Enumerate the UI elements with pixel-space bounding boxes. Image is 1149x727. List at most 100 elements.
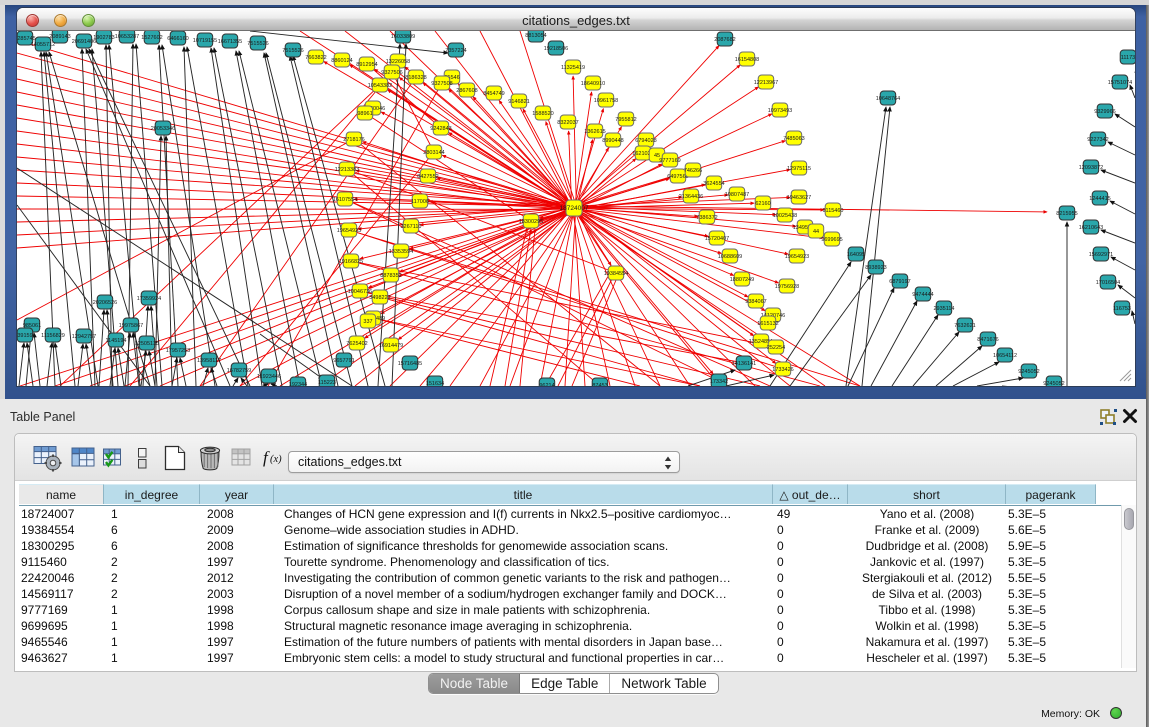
svg-text:13353594: 13353594 (389, 249, 413, 255)
svg-text:10025438: 10025438 (773, 213, 797, 219)
svg-text:18640910: 18640910 (581, 81, 605, 87)
svg-text:14136141: 14136141 (732, 361, 756, 367)
svg-text:19654923: 19654923 (785, 254, 809, 260)
svg-text:(x): (x) (270, 454, 282, 465)
svg-text:10654112: 10654112 (993, 353, 1017, 359)
svg-text:8860124: 8860124 (331, 58, 352, 64)
svg-text:117006: 117006 (411, 199, 429, 205)
svg-text:44: 44 (813, 229, 819, 235)
svg-text:19218506: 19218506 (544, 46, 568, 52)
svg-text:39159: 39159 (17, 333, 32, 339)
svg-text:9699695: 9699695 (821, 237, 842, 243)
svg-text:19654923: 19654923 (337, 228, 361, 234)
svg-text:9115460: 9115460 (822, 208, 843, 214)
svg-text:62160: 62160 (755, 201, 770, 207)
svg-text:7515526: 7515526 (247, 41, 268, 47)
svg-text:173342: 173342 (710, 379, 728, 385)
svg-text:18300295: 18300295 (519, 219, 543, 225)
svg-text:116753: 116753 (1113, 306, 1131, 312)
svg-text:10961758: 10961758 (594, 98, 618, 104)
svg-text:2089143: 2089143 (49, 34, 70, 40)
svg-text:2935114: 2935114 (933, 306, 954, 312)
svg-text:2803144: 2803144 (423, 150, 444, 156)
svg-text:8454749: 8454749 (483, 91, 504, 97)
svg-text:9327508: 9327508 (431, 81, 452, 87)
svg-text:115223: 115223 (318, 380, 336, 386)
svg-text:10719155: 10719155 (193, 38, 217, 44)
svg-text:17957253: 17957253 (166, 348, 190, 354)
svg-text:9242843: 9242843 (430, 126, 451, 132)
svg-text:20053346: 20053346 (151, 126, 175, 132)
svg-text:2867608: 2867608 (456, 88, 477, 94)
svg-text:9657791: 9657791 (333, 358, 354, 364)
svg-text:12942757: 12942757 (72, 334, 96, 340)
svg-text:1527602: 1527602 (141, 35, 162, 41)
svg-text:18724007: 18724007 (560, 205, 589, 212)
svg-text:9146821: 9146821 (508, 99, 529, 105)
svg-text:16107554: 16107554 (333, 197, 357, 203)
svg-text:8938923: 8938923 (865, 265, 886, 271)
svg-text:2718176: 2718176 (343, 137, 364, 143)
svg-text:7663822: 7663822 (305, 55, 326, 61)
svg-text:12213383: 12213383 (335, 167, 359, 173)
svg-text:14055712: 14055712 (31, 42, 55, 48)
svg-text:16154808: 16154808 (735, 57, 759, 63)
svg-text:19975867: 19975867 (119, 323, 143, 329)
svg-text:7386372: 7386372 (696, 215, 717, 221)
svg-text:11156829: 11156829 (41, 333, 65, 339)
svg-text:8912954: 8912954 (356, 62, 377, 68)
svg-text:8322037: 8322037 (557, 120, 578, 126)
svg-text:8471676: 8471676 (977, 337, 998, 343)
svg-text:15692971: 15692971 (1089, 252, 1113, 258)
svg-text:13958117: 13958117 (197, 358, 221, 364)
svg-text:16210643: 16210643 (1079, 225, 1103, 231)
svg-text:8813054: 8813054 (525, 33, 546, 39)
svg-text:1902783: 1902783 (93, 35, 114, 41)
svg-text:9245052: 9245052 (1043, 381, 1064, 386)
svg-text:11325419: 11325419 (561, 65, 585, 71)
svg-text:7632621: 7632621 (954, 323, 975, 329)
svg-text:151634: 151634 (426, 381, 444, 386)
svg-text:10653287: 10653287 (115, 34, 139, 40)
svg-text:21364436: 21364436 (679, 194, 703, 200)
svg-text:19756928: 19756928 (775, 284, 799, 290)
svg-text:13226058: 13226058 (386, 59, 410, 65)
svg-text:7357224: 7357224 (445, 48, 466, 54)
svg-text:6879197: 6879197 (889, 279, 910, 285)
svg-text:98961: 98961 (357, 111, 372, 117)
svg-text:17359924: 17359924 (137, 296, 161, 302)
svg-text:8186328: 8186328 (405, 75, 426, 81)
svg-text:19463627: 19463627 (787, 195, 811, 201)
svg-text:12505135: 12505135 (135, 341, 159, 347)
svg-text:9384067: 9384067 (745, 299, 766, 305)
svg-text:7485063: 7485063 (783, 136, 804, 142)
svg-text:9329966: 9329966 (1094, 109, 1115, 115)
svg-text:12093872: 12093872 (1079, 165, 1103, 171)
svg-text:10688609: 10688609 (718, 254, 742, 260)
svg-text:9245052: 9245052 (1018, 369, 1039, 375)
svg-text:12975115: 12975115 (787, 166, 811, 172)
svg-text:20206526: 20206526 (93, 300, 117, 306)
svg-text:11923446: 11923446 (257, 374, 281, 380)
svg-text:17016504: 17016504 (1096, 280, 1120, 286)
svg-text:8427552: 8427552 (417, 174, 438, 180)
svg-text:19166825: 19166825 (339, 259, 363, 265)
svg-text:16671355: 16671355 (218, 39, 242, 45)
svg-text:16914479: 16914479 (379, 343, 403, 349)
svg-text:6794028: 6794028 (635, 138, 656, 144)
svg-text:9327506: 9327506 (381, 70, 402, 76)
svg-text:8990448: 8990448 (602, 138, 623, 144)
svg-text:9227342: 9227342 (1087, 137, 1108, 143)
svg-text:15720407: 15720407 (705, 236, 729, 242)
svg-text:7515526: 7515526 (282, 48, 303, 54)
svg-text:3267110: 3267110 (400, 224, 421, 230)
svg-text:f: f (263, 448, 270, 467)
svg-text:1588520: 1588520 (532, 111, 553, 117)
svg-text:9777169: 9777169 (659, 158, 680, 164)
svg-text:7955812: 7955812 (615, 117, 636, 123)
svg-text:252254: 252254 (767, 345, 785, 351)
svg-text:1145194: 1145194 (105, 338, 126, 344)
svg-text:15751074: 15751074 (1108, 80, 1132, 86)
svg-text:8215955: 8215955 (1056, 211, 1077, 217)
svg-text:16033809: 16033809 (391, 34, 415, 40)
